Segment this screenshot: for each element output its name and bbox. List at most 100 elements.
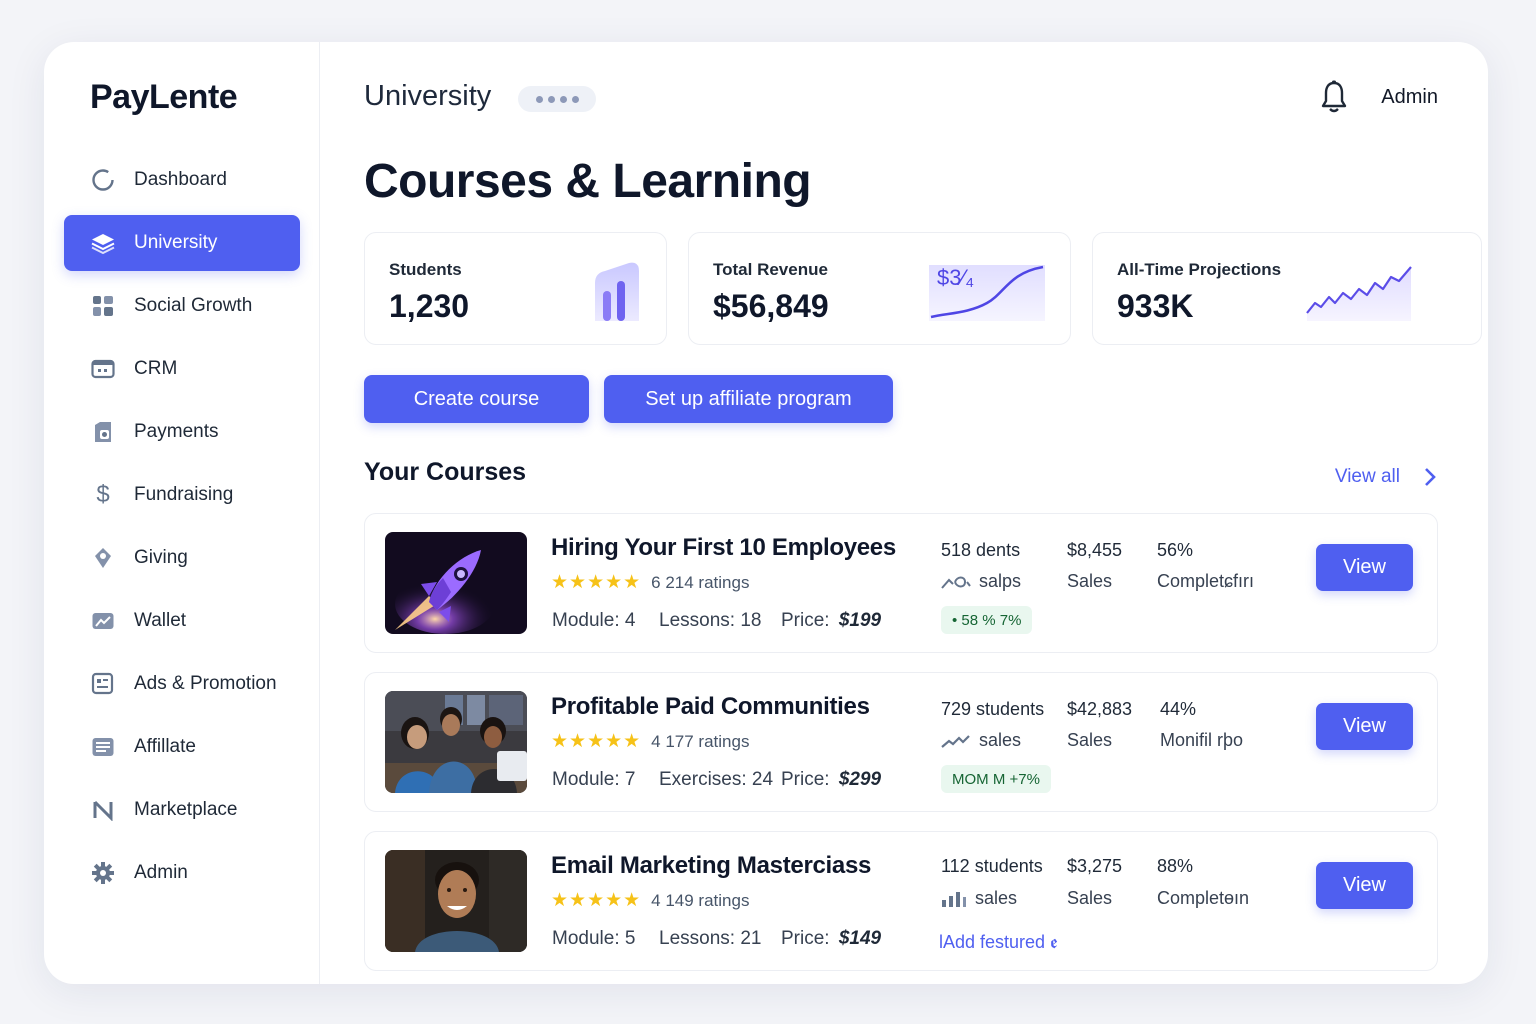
projections-sparkline — [1306, 266, 1412, 321]
module-count: Module: 7 — [552, 769, 636, 790]
exercise-count: Exercises: 24 — [659, 769, 774, 790]
stat-value: $56,849 — [713, 288, 829, 324]
course-price-group: Price: $299 — [781, 769, 881, 791]
dot-icon — [547, 95, 555, 103]
course-price: $199 — [838, 610, 882, 631]
course-card: Hiring Your First 10 Employees ★★★★★ 6 2… — [364, 513, 1438, 653]
rating-stars: ★★★★★ — [551, 731, 642, 752]
course-percent: 88% — [1157, 856, 1194, 876]
more-options-button[interactable] — [518, 86, 596, 112]
view-course-button[interactable]: View — [1316, 544, 1413, 591]
course-percent-sub: Completɵın — [1157, 888, 1250, 908]
add-featured-link[interactable]: lAdd festured ꬲ — [939, 930, 1058, 954]
sidebar-item-affiliate[interactable]: Affillate — [64, 719, 300, 775]
students-stat-card: Students 1,230 — [364, 232, 667, 345]
course-thumbnail-team — [385, 691, 527, 793]
receipt-icon — [90, 419, 116, 445]
course-sales-sub: Sales — [1067, 888, 1113, 908]
sidebar-item-label: Payments — [134, 421, 219, 442]
course-title[interactable]: Profitable Paid Communities — [551, 693, 870, 721]
price-label: Price: — [781, 610, 830, 631]
course-percent-sub: Monifil rþo — [1160, 730, 1244, 750]
course-card: Profitable Paid Communities ★★★★★ 4 177 … — [364, 672, 1438, 812]
dollar-icon: $ — [96, 481, 110, 508]
course-students-sub: sales — [941, 730, 1021, 751]
rating-stars: ★★★★★ — [551, 572, 642, 593]
module-count: Module: 4 — [552, 610, 636, 631]
sidebar-item-crm[interactable]: CRM — [64, 341, 300, 397]
breadcrumb[interactable]: University — [364, 80, 491, 113]
course-students-sub: salps — [941, 571, 1021, 592]
layers-icon — [90, 230, 116, 256]
sidebar-item-label: Fundraising — [134, 484, 234, 505]
list-icon — [90, 734, 116, 760]
lesson-count: Lessons: 21 — [659, 928, 762, 949]
sidebar-item-label: Social Growth — [134, 295, 253, 316]
view-course-button[interactable]: View — [1316, 862, 1413, 909]
app-logo: PayLente — [90, 78, 238, 116]
app-window: PayLente Dashboard University Social Gro… — [44, 42, 1488, 984]
course-students-sub: sales — [941, 888, 1017, 909]
dot-icon — [559, 95, 567, 103]
user-menu[interactable]: Admin — [1381, 86, 1438, 109]
sidebar-item-wallet[interactable]: Wallet — [64, 593, 300, 649]
main-content: University Admin Courses & Learning Stud… — [364, 42, 1482, 984]
course-price: $299 — [838, 769, 882, 790]
course-meta: Module: 5 Lessons: 21 Price: $149 — [552, 928, 881, 950]
sidebar-item-ads-promotion[interactable]: Ads & Promotion — [64, 656, 300, 712]
status-badge: MOM M +7% — [941, 765, 1051, 793]
course-students: 729 students — [941, 699, 1045, 719]
sidebar-item-dashboard[interactable]: Dashboard — [64, 152, 300, 208]
sidebar-item-giving[interactable]: Giving — [64, 530, 300, 586]
top-bar: University Admin — [364, 78, 1438, 118]
course-rating: ★★★★★ 6 214 ratings — [551, 571, 749, 594]
course-percent-sub: Completɕfırı — [1157, 571, 1255, 591]
create-course-button[interactable]: Create course — [364, 375, 589, 423]
course-sales: $8,455 — [1067, 540, 1123, 560]
section-title: Your Courses — [364, 458, 527, 486]
bar-chart-icon — [942, 892, 966, 908]
rating-count: 4 149 ratings — [651, 890, 750, 910]
sidebar-item-marketplace[interactable]: Marketplace — [64, 782, 300, 838]
sidebar-item-label: Wallet — [134, 610, 187, 631]
trend-icon — [941, 735, 970, 749]
course-price-group: Price: $149 — [781, 928, 881, 950]
course-meta: Module: 4 Lessons: 18 Price: $199 — [552, 610, 881, 632]
course-card: Email Marketing Masterciass ★★★★★ 4 149 … — [364, 831, 1438, 971]
sidebar-item-label: Ads & Promotion — [134, 673, 277, 694]
sidebar-item-payments[interactable]: Payments — [64, 404, 300, 460]
course-price: $149 — [838, 928, 882, 949]
affiliate-program-button[interactable]: Set up affiliate program — [604, 375, 893, 423]
sidebar-item-label: University — [134, 232, 218, 253]
dot-icon — [535, 95, 543, 103]
sidebar-item-fundraising[interactable]: $ Fundraising — [64, 467, 300, 523]
sidebar-nav: Dashboard University Social Growth CRM P… — [64, 152, 300, 908]
module-count: Module: 5 — [552, 928, 636, 949]
course-sales-sub: Sales — [1067, 571, 1113, 591]
course-rating: ★★★★★ 4 177 ratings — [551, 730, 749, 753]
course-percent: 56% — [1157, 540, 1194, 560]
course-students: 518 dents — [941, 540, 1021, 560]
course-price-group: Price: $199 — [781, 610, 881, 632]
course-sales: $42,883 — [1067, 699, 1133, 719]
sidebar-item-admin[interactable]: Admin — [64, 845, 300, 901]
course-title[interactable]: Hiring Your First 10 Employees — [551, 534, 896, 562]
wallet-icon — [90, 608, 116, 634]
course-students-sub-label: salps — [979, 571, 1022, 591]
marketplace-icon — [90, 797, 116, 823]
course-title[interactable]: Email Marketing Masterciass — [551, 852, 871, 880]
trend-icon — [941, 576, 971, 589]
course-percent: 44% — [1160, 699, 1197, 719]
course-sales: $3,275 — [1067, 856, 1123, 876]
bell-icon[interactable] — [1320, 80, 1348, 114]
view-all-link[interactable]: View all — [1335, 466, 1400, 488]
sidebar-item-university[interactable]: University — [64, 215, 300, 271]
sidebar-item-social-growth[interactable]: Social Growth — [64, 278, 300, 334]
view-course-button[interactable]: View — [1316, 703, 1413, 750]
students-bar-icon — [595, 262, 639, 321]
chevron-right-icon[interactable] — [1422, 466, 1438, 488]
course-students-sub-label: sales — [975, 888, 1018, 908]
stat-label: All-Time Projections — [1117, 260, 1282, 279]
dot-icon — [571, 95, 579, 103]
page-title: Courses & Learning — [364, 155, 812, 208]
